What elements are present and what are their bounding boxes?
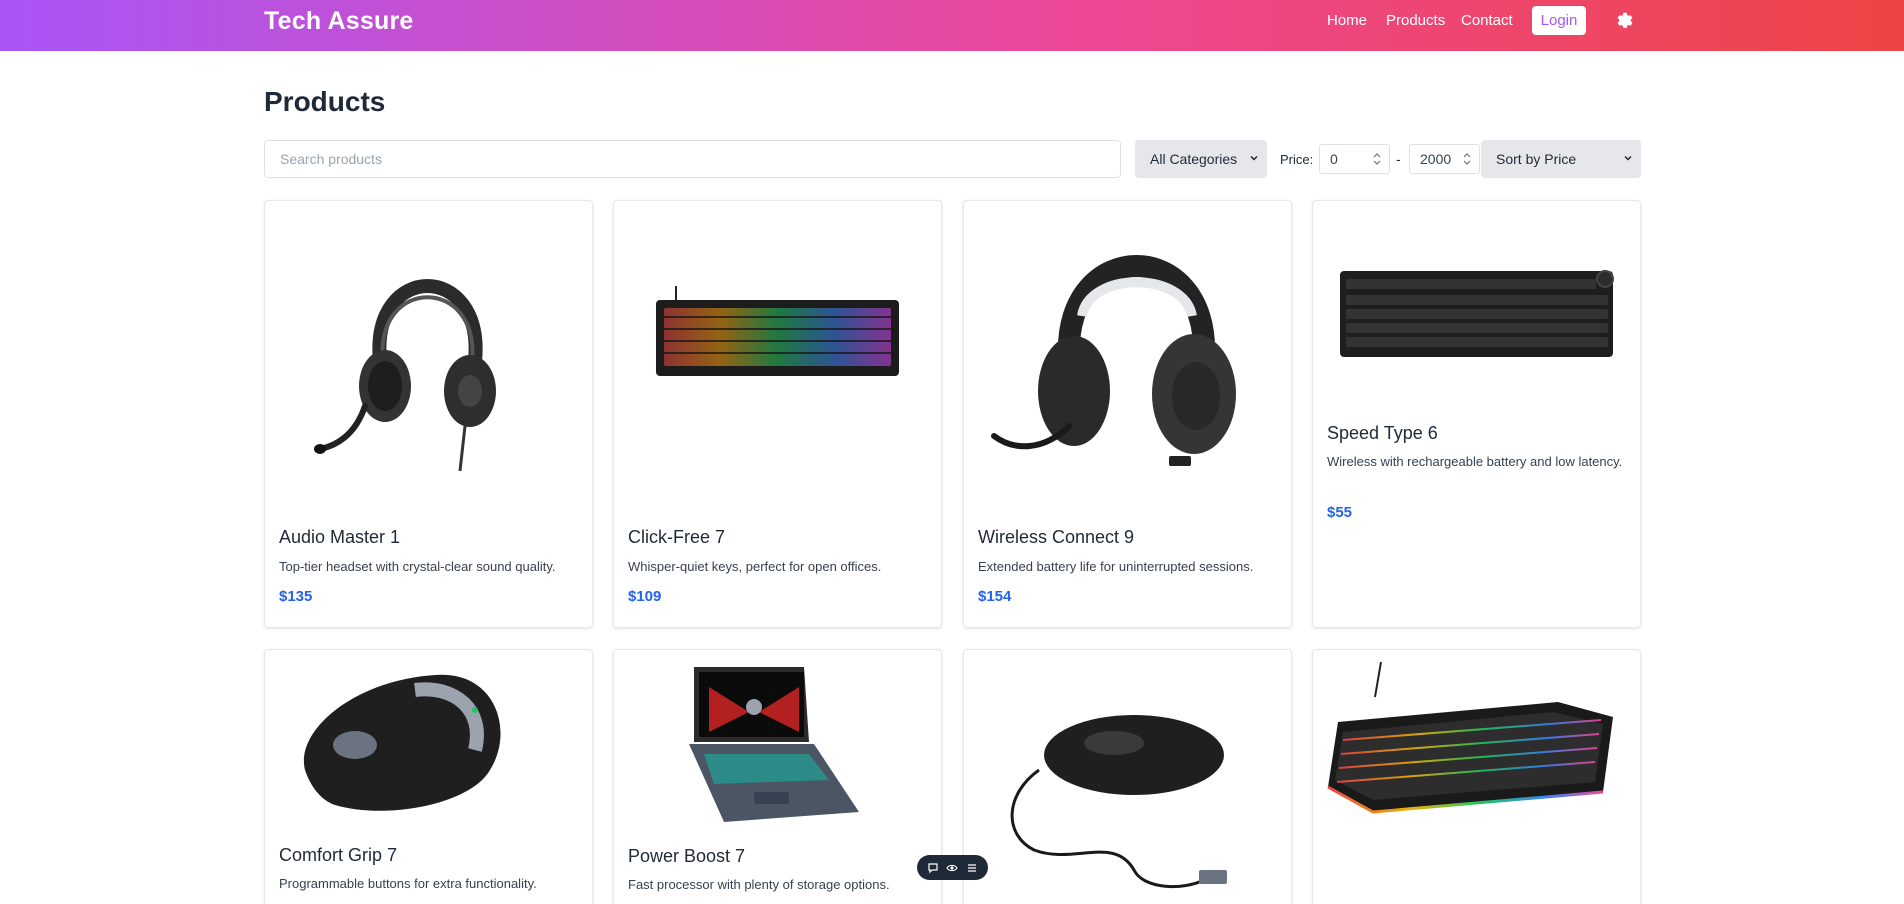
product-description: Whisper-quiet keys, perfect for open off… [628,559,882,574]
compact-keyboard-icon [1327,662,1613,814]
product-name[interactable]: Comfort Grip 7 [279,845,397,866]
ergonomic-mouse-icon [303,674,501,811]
product-name[interactable]: Click-Free 7 [628,527,725,548]
floating-toolbar [917,855,988,880]
nav-products-link[interactable]: Products [1386,12,1445,29]
product-name[interactable]: Speed Type 6 [1327,423,1438,444]
chevron-down-icon [1250,155,1258,161]
product-description: Programmable buttons for extra functiona… [279,876,537,891]
product-name[interactable]: Wireless Connect 9 [978,527,1134,548]
product-name[interactable]: Power Boost 7 [628,846,745,867]
category-select-value: All Categories [1150,151,1238,167]
price-separator: - [1396,151,1401,167]
gear-icon[interactable] [1614,10,1634,30]
spinner-icon[interactable] [1372,151,1382,167]
product-price: $55 [1327,504,1353,521]
search-input[interactable] [264,140,1121,178]
rgb-keyboard-icon [656,286,899,376]
chevron-down-icon [1624,155,1632,161]
sort-select-value: Sort by Price [1496,151,1577,167]
sort-select[interactable]: Sort by Price [1481,140,1641,178]
product-price: $154 [978,588,1012,605]
product-description: Top-tier headset with crystal-clear soun… [279,559,556,574]
gaming-headset-icon [991,255,1236,466]
nav-home-link[interactable]: Home [1327,12,1367,29]
keyboard-icon [1340,270,1614,357]
menu-icon[interactable] [966,862,978,874]
product-card[interactable]: Audio Master 1 Top-tier headset with cry… [264,200,593,628]
product-description: Wireless with rechargeable battery and l… [1327,454,1623,469]
wired-mouse-icon [1010,715,1227,889]
product-card[interactable]: Power Boost 7 Fast processor with plenty… [613,649,942,904]
product-card[interactable] [1312,649,1641,904]
price-label: Price: [1280,152,1314,167]
product-price: $135 [279,588,313,605]
nav-contact-link[interactable]: Contact [1461,12,1513,29]
comment-icon[interactable] [927,862,939,874]
headset-icon [314,279,496,472]
page-title: Products [264,86,386,117]
product-description: Fast processor with plenty of storage op… [628,877,890,892]
product-card[interactable]: Click-Free 7 Whisper-quiet keys, perfect… [613,200,942,628]
price-min-value: 0 [1330,151,1338,167]
laptop-icon [689,667,859,822]
product-card[interactable]: Speed Type 6 Wireless with rechargeable … [1312,200,1641,628]
login-button[interactable]: Login [1532,6,1586,35]
eye-icon[interactable] [946,862,959,874]
price-max-value: 2000 [1420,151,1452,167]
product-description: Extended battery life for uninterrupted … [978,559,1254,574]
product-card[interactable] [963,649,1292,904]
product-price: $109 [628,588,662,605]
spinner-icon[interactable] [1462,151,1472,167]
category-select[interactable]: All Categories [1135,140,1267,178]
top-navbar: Tech Assure Home Products Contact Login [0,0,1904,51]
brand-logo[interactable]: Tech Assure [264,7,413,36]
product-name[interactable]: Audio Master 1 [279,527,400,548]
price-max-input[interactable]: 2000 [1409,144,1480,174]
price-min-input[interactable]: 0 [1319,144,1390,174]
product-card[interactable]: Comfort Grip 7 Programmable buttons for … [264,649,593,904]
product-card[interactable]: Wireless Connect 9 Extended battery life… [963,200,1292,628]
